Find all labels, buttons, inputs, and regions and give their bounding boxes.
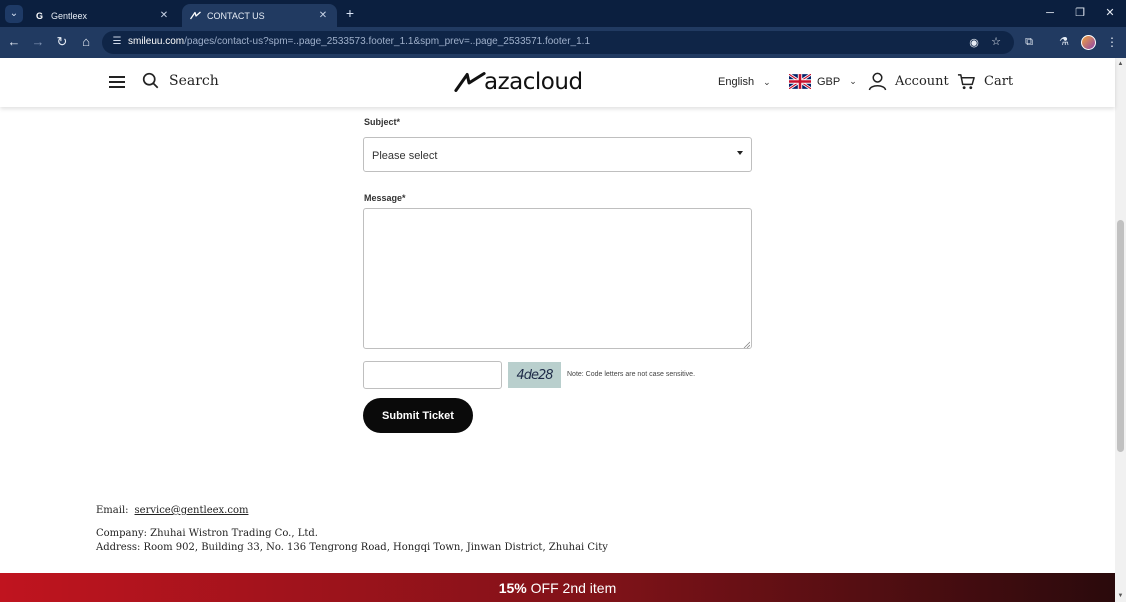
subject-selected-value: Please select bbox=[372, 150, 438, 162]
footer-address: Address: Room 902, Building 33, No. 136 … bbox=[96, 542, 608, 553]
promo-highlight: 15% bbox=[498, 579, 527, 596]
logo-mark-icon bbox=[454, 72, 486, 92]
user-icon bbox=[868, 72, 887, 91]
account-label: Account bbox=[895, 74, 949, 89]
subject-label: Subject* bbox=[364, 117, 401, 127]
promo-banner[interactable]: 15% OFF 2nd item bbox=[0, 573, 1115, 602]
account-link[interactable]: Account bbox=[868, 72, 949, 91]
email-link[interactable]: service@gentleex.com bbox=[135, 505, 249, 516]
cart-icon bbox=[957, 74, 975, 90]
browser-toolbar: ← → ↻ ⌂ ☰ smileuu.com/pages/contact-us?s… bbox=[0, 27, 1126, 58]
scroll-up-arrow-icon[interactable]: ▲ bbox=[1117, 60, 1124, 68]
new-tab-icon[interactable]: + bbox=[342, 5, 358, 21]
currency-label: GBP bbox=[817, 75, 841, 88]
site-info-icon[interactable]: ☰ bbox=[110, 35, 124, 49]
address-bar[interactable]: ☰ smileuu.com/pages/contact-us?spm=..pag… bbox=[102, 31, 1014, 54]
search-button[interactable]: Search bbox=[142, 72, 219, 89]
email-label: Email: bbox=[96, 505, 129, 516]
azacloud-favicon-icon bbox=[190, 10, 201, 21]
back-icon[interactable]: ← bbox=[6, 34, 22, 50]
chevron-down-icon: ⌄ bbox=[763, 76, 771, 87]
contact-form-section: Subject* Please select Message* 4de28 No… bbox=[0, 107, 1115, 573]
scrollbar-thumb[interactable] bbox=[1117, 220, 1124, 452]
language-label: English bbox=[718, 76, 755, 88]
close-tab-icon[interactable]: ✕ bbox=[317, 10, 329, 21]
gentleex-favicon-icon: G bbox=[35, 10, 43, 21]
browser-tab-gentleex[interactable]: G Gentleex ✕ bbox=[26, 4, 178, 27]
reload-icon[interactable]: ↻ bbox=[54, 34, 70, 50]
close-tab-icon[interactable]: ✕ bbox=[158, 10, 170, 21]
page-scrollbar[interactable]: ▲ ▼ bbox=[1115, 58, 1126, 602]
scroll-down-arrow-icon[interactable]: ▼ bbox=[1117, 592, 1124, 600]
browser-tab-contact-us[interactable]: CONTACT US ✕ bbox=[182, 4, 337, 27]
cart-label: Cart bbox=[984, 74, 1014, 89]
search-label: Search bbox=[169, 72, 219, 89]
captcha-note: Note: Code letters are not case sensitiv… bbox=[567, 371, 696, 378]
profile-avatar[interactable] bbox=[1081, 35, 1096, 50]
tab-title: Gentleex bbox=[51, 10, 88, 21]
labs-flask-icon[interactable]: ⚗ bbox=[1056, 34, 1072, 50]
browser-menu-icon[interactable]: ⋮ bbox=[1106, 34, 1118, 50]
message-textarea[interactable] bbox=[363, 208, 752, 349]
bookmark-star-icon[interactable]: ☆ bbox=[988, 34, 1004, 50]
tab-title: CONTACT US bbox=[207, 10, 265, 21]
logo-text: azacloud bbox=[484, 69, 583, 95]
extensions-icon[interactable]: ⧉ bbox=[1021, 34, 1037, 50]
forward-icon[interactable]: → bbox=[30, 34, 46, 50]
chevron-down-icon: ⌄ bbox=[849, 76, 857, 86]
uk-flag-icon bbox=[789, 74, 811, 89]
search-icon bbox=[142, 72, 159, 89]
subject-select[interactable]: Please select bbox=[363, 137, 752, 172]
eye-off-icon[interactable]: ◉ bbox=[966, 35, 982, 51]
close-window-icon[interactable]: ✕ bbox=[1100, 5, 1120, 21]
menu-hamburger-icon[interactable] bbox=[109, 76, 125, 89]
url-text: smileuu.com/pages/contact-us?spm=..page_… bbox=[128, 36, 590, 47]
site-header: Search azacloud English ⌄ GBP ⌄ Account bbox=[0, 58, 1115, 107]
tab-search-menu-button[interactable]: ⌄ bbox=[5, 5, 23, 23]
restore-icon[interactable]: ❐ bbox=[1070, 5, 1090, 21]
dropdown-caret-icon bbox=[737, 151, 743, 155]
site-logo[interactable]: azacloud bbox=[454, 69, 583, 95]
resize-grip-icon[interactable] bbox=[743, 341, 750, 348]
cart-link[interactable]: Cart bbox=[957, 72, 1013, 91]
promo-text: OFF 2nd item bbox=[530, 579, 617, 596]
browser-tab-strip: ⌄ G Gentleex ✕ CONTACT US ✕ + ─ ❐ ✕ bbox=[0, 0, 1126, 27]
language-selector[interactable]: English ⌄ bbox=[718, 76, 771, 88]
footer-email: Email: service@gentleex.com bbox=[96, 505, 248, 516]
minimize-icon[interactable]: ─ bbox=[1040, 5, 1060, 21]
captcha-image[interactable]: 4de28 bbox=[508, 362, 561, 388]
footer-company: Company: Zhuhai Wistron Trading Co., Ltd… bbox=[96, 528, 318, 539]
captcha-input[interactable] bbox=[363, 361, 502, 389]
submit-ticket-button[interactable]: Submit Ticket bbox=[363, 398, 473, 433]
home-icon[interactable]: ⌂ bbox=[78, 34, 94, 50]
message-label: Message* bbox=[364, 193, 406, 203]
currency-selector[interactable]: GBP ⌄ bbox=[789, 74, 857, 89]
